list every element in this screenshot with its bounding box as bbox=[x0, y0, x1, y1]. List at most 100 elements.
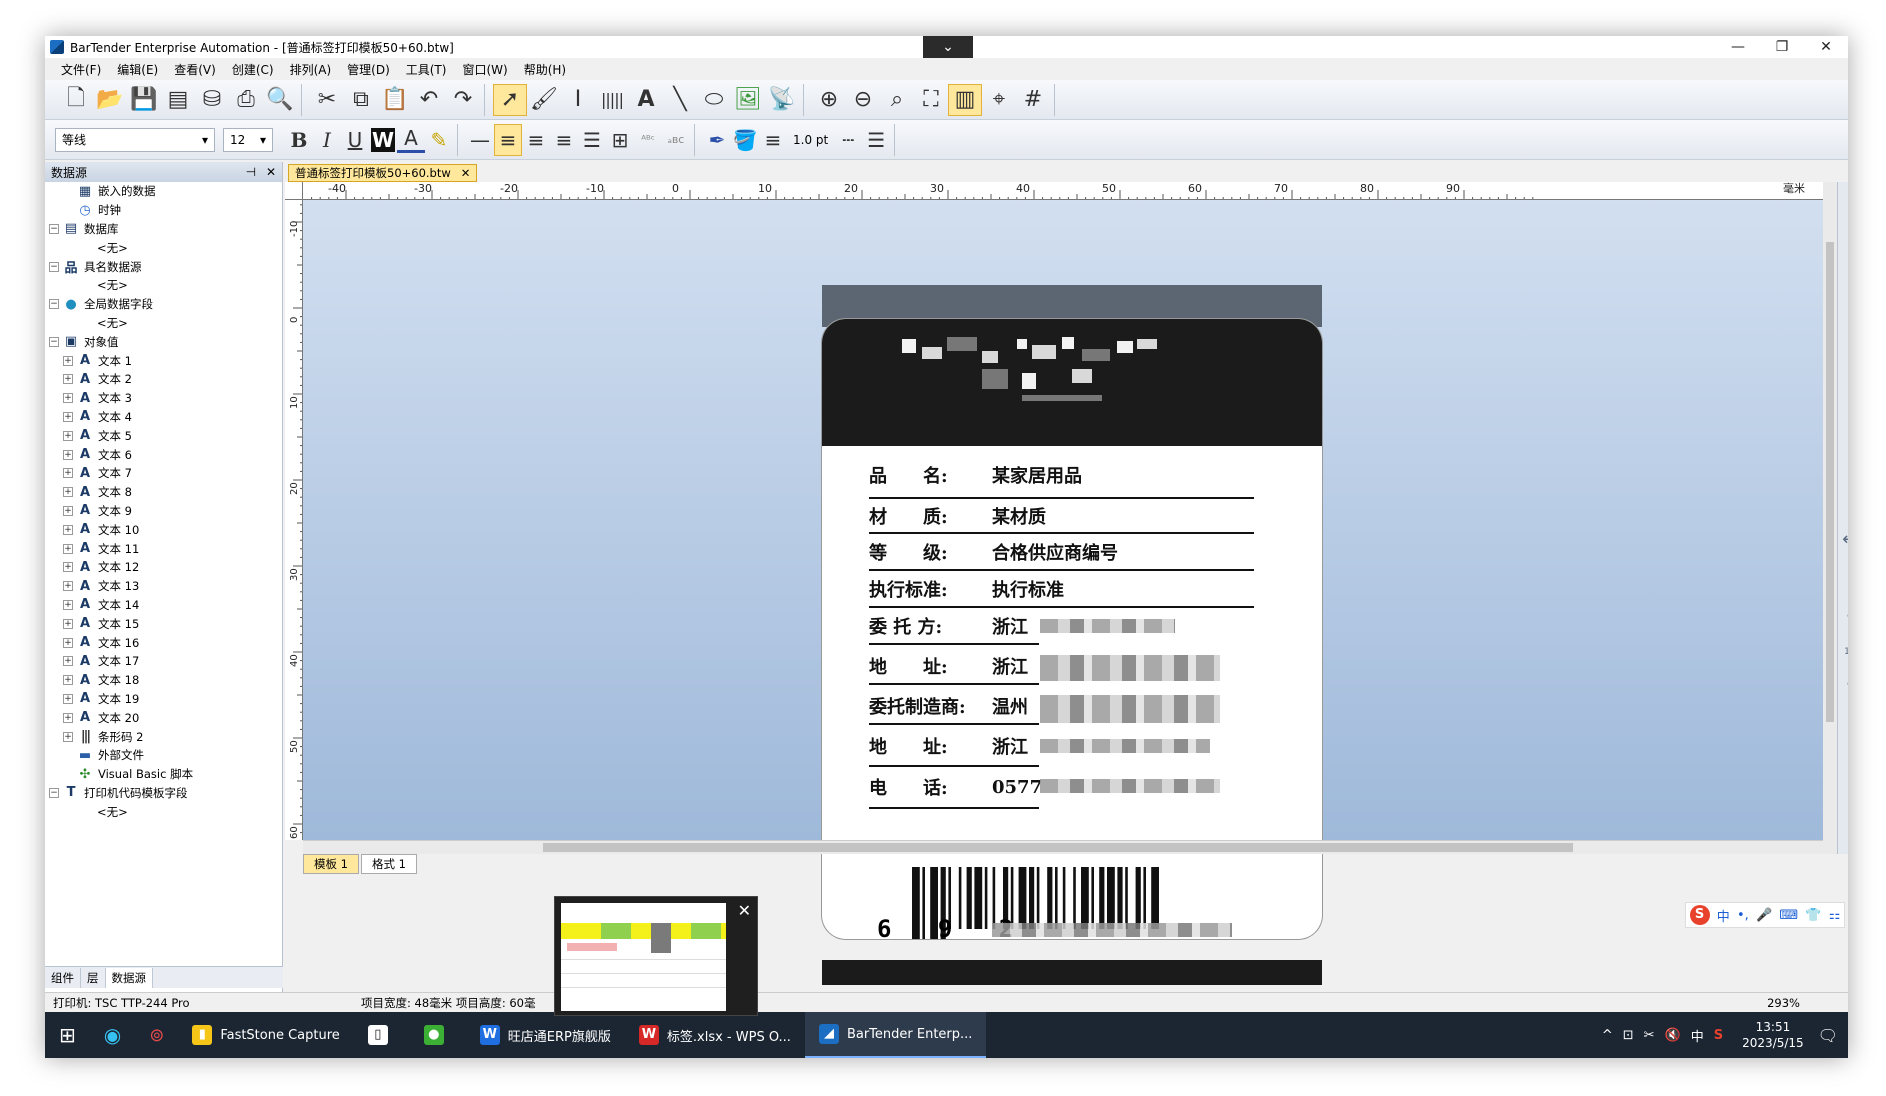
reverse-button[interactable]: W bbox=[371, 127, 395, 152]
format-painter-icon[interactable]: 🖌 bbox=[527, 84, 561, 116]
start-button[interactable]: ⊞ bbox=[45, 1012, 90, 1058]
expand-icon[interactable]: + bbox=[63, 355, 73, 366]
menu-window[interactable]: 窗口(W) bbox=[454, 61, 515, 78]
redo-icon[interactable]: ↷ bbox=[446, 84, 480, 116]
tree-item[interactable]: + A 文本 19 bbox=[45, 690, 282, 709]
save-icon[interactable]: 💾 bbox=[127, 84, 161, 116]
expand-icon[interactable]: + bbox=[63, 487, 73, 498]
tray-ime-icon[interactable]: 中 bbox=[1691, 1026, 1704, 1045]
collapse-icon[interactable]: − bbox=[49, 787, 59, 798]
align-bottom-icon[interactable]: ⊥ bbox=[1838, 284, 1848, 318]
tree-item[interactable]: − ▣ 对象值 bbox=[45, 332, 282, 351]
horizontal-scrollbar[interactable] bbox=[303, 840, 1823, 854]
grid-icon[interactable]: # bbox=[1016, 84, 1050, 116]
app-pin-icon[interactable]: ⊚ bbox=[135, 1012, 178, 1058]
vertical-scrollbar[interactable] bbox=[1823, 182, 1837, 854]
line-tool-icon[interactable]: ╲ bbox=[663, 84, 697, 116]
page-setup-icon[interactable]: ▤ bbox=[161, 84, 195, 116]
minimize-button[interactable]: — bbox=[1716, 36, 1760, 58]
ime-skin-icon[interactable]: 👕 bbox=[1805, 908, 1821, 923]
tree-item[interactable]: + A 文本 7 bbox=[45, 464, 282, 483]
tab-data-sources[interactable]: 数据源 bbox=[105, 967, 153, 988]
tree-item[interactable]: + A 文本 13 bbox=[45, 577, 282, 596]
align-left-text-icon[interactable]: ≡ bbox=[494, 123, 522, 156]
tree-item[interactable]: + A 文本 8 bbox=[45, 483, 282, 502]
menu-arrange[interactable]: 排列(A) bbox=[282, 61, 340, 78]
tree-item[interactable]: <无> bbox=[45, 276, 282, 295]
expand-icon[interactable]: + bbox=[63, 637, 73, 648]
expand-icon[interactable]: + bbox=[63, 411, 73, 422]
font-color-button[interactable]: A bbox=[397, 126, 425, 153]
fill-color-icon[interactable]: 🪣 bbox=[731, 124, 759, 156]
line-color-icon[interactable]: ✒ bbox=[703, 124, 731, 156]
tray-screen-icon[interactable]: ⊡ bbox=[1623, 1028, 1634, 1043]
expand-icon[interactable]: + bbox=[63, 693, 73, 704]
expand-icon[interactable]: + bbox=[63, 543, 73, 554]
tree-item[interactable]: + A 文本 16 bbox=[45, 633, 282, 652]
bold-button[interactable]: B bbox=[285, 124, 313, 156]
tree-item[interactable]: <无> bbox=[45, 802, 282, 821]
zoom-level[interactable]: 293% bbox=[1767, 996, 1800, 1010]
zoom-fit-icon[interactable]: ⌕ bbox=[880, 84, 914, 116]
menu-administer[interactable]: 管理(D) bbox=[339, 61, 398, 78]
expand-icon[interactable]: + bbox=[63, 449, 73, 460]
menu-tools[interactable]: 工具(T) bbox=[398, 61, 455, 78]
tree-item[interactable]: − ▤ 数据库 bbox=[45, 220, 282, 239]
fit-text-icon[interactable]: ⊞ bbox=[606, 124, 634, 156]
tree-item[interactable]: + A 文本 9 bbox=[45, 502, 282, 521]
close-button[interactable]: ✕ bbox=[1804, 36, 1848, 58]
tree-item[interactable]: ✣ Visual Basic 脚本 bbox=[45, 765, 282, 784]
rotate-1-ccw-icon[interactable]: ↶1° bbox=[1838, 692, 1848, 726]
preview-close-icon[interactable]: ✕ bbox=[738, 901, 751, 920]
menu-file[interactable]: 文件(F) bbox=[53, 61, 109, 78]
expand-icon[interactable]: + bbox=[63, 505, 73, 516]
tree-item[interactable]: + A 文本 15 bbox=[45, 614, 282, 633]
scroll-thumb[interactable] bbox=[543, 843, 1573, 852]
ruler-toggle-icon[interactable]: ▥ bbox=[948, 83, 982, 116]
tree-item[interactable]: + A 文本 17 bbox=[45, 652, 282, 671]
tree-item[interactable]: ▬ 外部文件 bbox=[45, 746, 282, 765]
taskbar-app[interactable]: ● bbox=[410, 1012, 466, 1058]
rotate-cw-90-icon[interactable]: ↷90° bbox=[1838, 658, 1848, 692]
rotate-1-cw-icon[interactable]: ↷1° bbox=[1838, 726, 1848, 760]
space-h-icon[interactable]: ⟷ bbox=[1838, 522, 1848, 556]
center-page-h-icon[interactable]: ⊟ bbox=[1838, 454, 1848, 488]
undo-icon[interactable]: ↶ bbox=[412, 84, 446, 116]
tree-item[interactable]: + A 文本 2 bbox=[45, 370, 282, 389]
tree-item[interactable]: ◷ 时钟 bbox=[45, 201, 282, 220]
align-right-text-icon[interactable]: ≡ bbox=[550, 124, 578, 156]
menu-view[interactable]: 查看(V) bbox=[166, 61, 224, 78]
vertical-ruler[interactable]: -10 0 10 20 30 40 50 60 bbox=[285, 200, 303, 840]
tray-capture-icon[interactable]: ✂ bbox=[1644, 1028, 1655, 1043]
tree-item[interactable]: <无> bbox=[45, 238, 282, 257]
tree-item[interactable]: + A 文本 5 bbox=[45, 426, 282, 445]
expand-icon[interactable]: + bbox=[63, 374, 73, 385]
taskbar-app[interactable]: ▯ bbox=[354, 1012, 410, 1058]
print-icon[interactable]: ⎙ bbox=[229, 84, 263, 116]
expand-icon[interactable]: + bbox=[63, 656, 73, 667]
taskbar-app[interactable]: W 旺店通ERP旗舰版 bbox=[466, 1012, 625, 1058]
tree-item[interactable]: + A 文本 20 bbox=[45, 708, 282, 727]
line-icon[interactable]: — bbox=[466, 124, 494, 156]
ime-chinese-mode[interactable]: 中 bbox=[1717, 906, 1730, 925]
document-tab[interactable]: 普通标签打印模板50+60.btw ✕ bbox=[288, 164, 478, 182]
align-left-icon[interactable]: ⊫ bbox=[1838, 182, 1848, 216]
shape-tool-icon[interactable]: ⬭ bbox=[697, 84, 731, 116]
scroll-thumb[interactable] bbox=[1826, 242, 1834, 722]
tree-item[interactable]: + A 文本 3 bbox=[45, 389, 282, 408]
collapse-chevron-icon[interactable]: ⌄ bbox=[923, 36, 973, 58]
tab-template-1[interactable]: 模板 1 bbox=[303, 854, 359, 874]
tree-item[interactable]: ▦ 嵌入的数据 bbox=[45, 182, 282, 201]
tree-item[interactable]: − ● 全局数据字段 bbox=[45, 295, 282, 314]
line-style-icon[interactable]: ☰ bbox=[862, 124, 890, 156]
taskbar-app[interactable]: ◢ BarTender Enterp... bbox=[804, 1012, 987, 1058]
expand-icon[interactable]: + bbox=[63, 618, 73, 629]
tree-item[interactable]: − T 打印机代码模板字段 bbox=[45, 784, 282, 803]
edge-icon[interactable]: ◉ bbox=[90, 1012, 135, 1058]
rotate-180-icon[interactable]: ↶180° bbox=[1838, 624, 1848, 658]
taskbar-clock[interactable]: 13:51 2023/5/15 bbox=[1742, 1019, 1804, 1051]
new-document-icon[interactable]: 🗋 bbox=[59, 84, 93, 116]
menu-help[interactable]: 帮助(H) bbox=[516, 61, 574, 78]
panel-close-icon[interactable]: ✕ bbox=[266, 165, 276, 179]
expand-icon[interactable]: + bbox=[63, 430, 73, 441]
